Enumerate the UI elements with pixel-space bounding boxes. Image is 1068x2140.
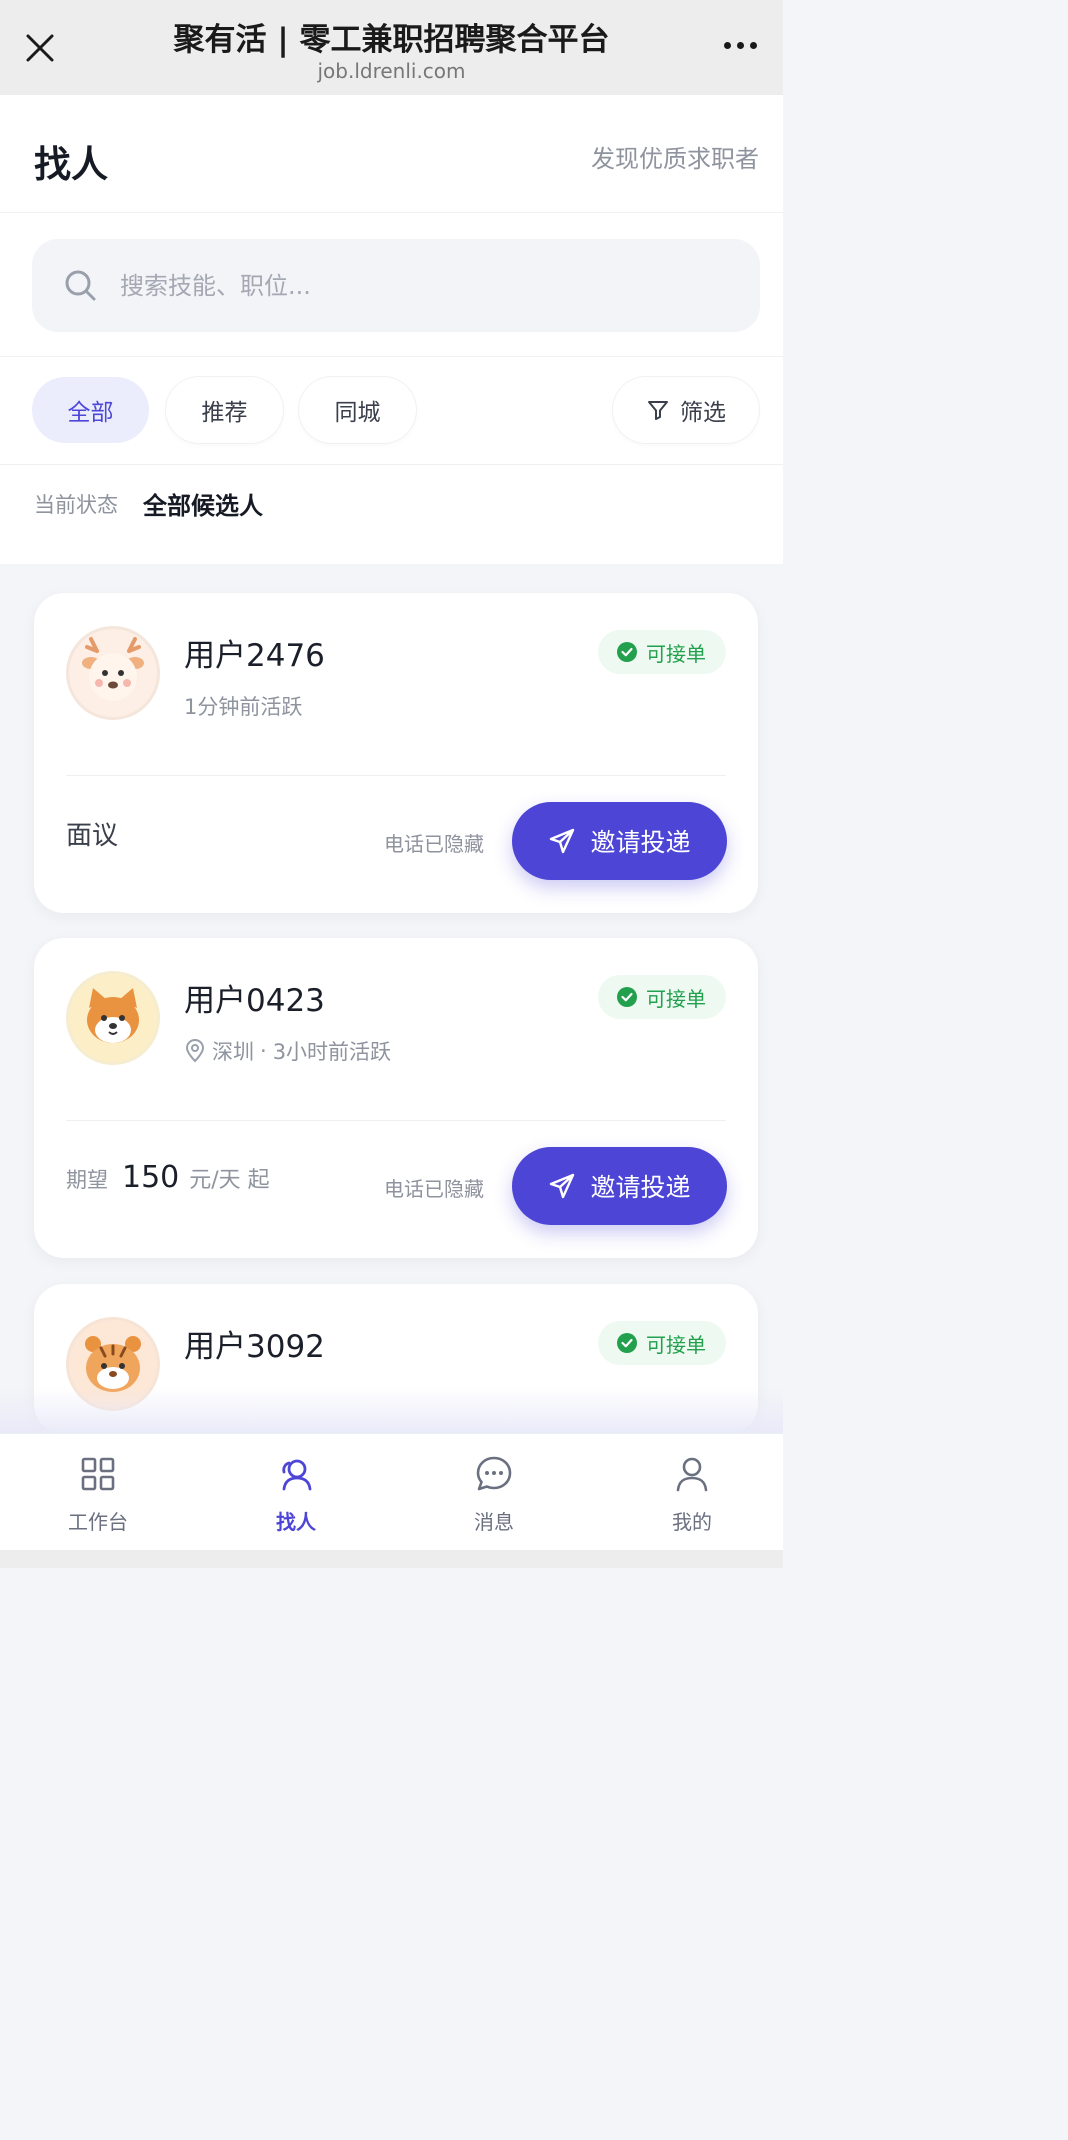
check-circle-icon [617, 1333, 637, 1353]
user-activity: 1分钟前活跃 [184, 691, 302, 721]
search-bar[interactable] [32, 239, 760, 332]
send-icon [550, 1173, 575, 1199]
filter-button[interactable]: 筛选 [613, 377, 759, 443]
activity-text: 3小时前活跃 [272, 1040, 392, 1064]
user-icon [676, 1457, 708, 1492]
page-subtitle: 发现优质求职者 [591, 145, 759, 173]
tab-find-people[interactable]: 找人 [198, 1434, 394, 1554]
people-icon [282, 1459, 312, 1491]
search-input[interactable] [120, 239, 720, 332]
activity-text: 1分钟前活跃 [184, 695, 303, 719]
tab-label: 我的 [672, 1510, 712, 1534]
status-label: 当前状态 [34, 493, 118, 517]
salary: 期望 150 元/天 起 [66, 1160, 270, 1195]
tab-messages[interactable]: 消息 [396, 1434, 592, 1554]
browser-header: 聚有活 | 零工兼职招聘聚合平台 job.ldrenli.com [0, 0, 783, 95]
chip-same-city[interactable]: 同城 [299, 377, 416, 443]
tab-profile[interactable]: 我的 [594, 1434, 790, 1554]
browser-url: job.ldrenli.com [317, 59, 466, 83]
phone-hidden-label: 电话已隐藏 [384, 1177, 484, 1201]
divider [66, 1120, 726, 1121]
salary-amount: 150 [122, 1160, 180, 1195]
tab-workbench[interactable]: 工作台 [0, 1434, 196, 1554]
divider [0, 212, 783, 213]
chip-all[interactable]: 全部 [32, 377, 149, 443]
tab-label: 找人 [276, 1510, 316, 1534]
shiba-avatar [66, 971, 160, 1065]
check-circle-icon [617, 987, 637, 1007]
tab-label: 工作台 [68, 1510, 128, 1534]
salary: 面议 [66, 815, 118, 852]
badge-label: 可接单 [646, 641, 706, 666]
home-indicator-area [0, 1550, 783, 1568]
candidate-card[interactable]: 用户2476 1分钟前活跃 可接单 面议 电话已隐藏 邀请投递 [34, 593, 758, 913]
candidate-card[interactable]: 用户0423 深圳 · 3小时前活跃 可接单 期望 150 元/天 起 电话已隐… [34, 938, 758, 1258]
filter-icon [648, 401, 668, 420]
status-value: 全部候选人 [143, 492, 263, 520]
search-icon [65, 270, 96, 301]
status-badge: 可接单 [598, 1321, 726, 1365]
scroll-fade [0, 1388, 783, 1434]
location-text: 深圳 [212, 1040, 254, 1064]
more-icon[interactable] [724, 42, 757, 49]
salary-unit: 元/天 起 [189, 1168, 270, 1193]
bottom-tab-bar: 工作台 找人 消息 我的 [0, 1433, 783, 1568]
check-circle-icon [617, 642, 637, 662]
user-name: 用户0423 [184, 983, 325, 1019]
badge-label: 可接单 [646, 986, 706, 1011]
page-header-area: 找人 发现优质求职者 全部 推荐 同城 筛选 当前状态 全部候选人 [0, 95, 783, 564]
status-badge: 可接单 [598, 630, 726, 674]
close-icon[interactable] [22, 30, 58, 66]
user-name: 用户2476 [184, 638, 325, 674]
chip-recommend[interactable]: 推荐 [166, 377, 283, 443]
user-activity: 深圳 · 3小时前活跃 [184, 1036, 391, 1066]
divider [0, 356, 783, 357]
deer-avatar [66, 626, 160, 720]
invite-label: 邀请投递 [590, 1173, 691, 1202]
user-name: 用户3092 [184, 1329, 325, 1365]
divider [0, 464, 783, 465]
filter-label: 筛选 [680, 400, 726, 426]
badge-label: 可接单 [646, 1332, 706, 1357]
invite-button[interactable]: 邀请投递 [512, 802, 727, 880]
tab-label: 消息 [474, 1510, 514, 1534]
phone-hidden-label: 电话已隐藏 [384, 832, 484, 856]
location-pin-icon [185, 1039, 205, 1063]
status-badge: 可接单 [598, 975, 726, 1019]
chat-bubble-icon [476, 1456, 512, 1491]
browser-title: 聚有活 | 零工兼职招聘聚合平台 [173, 22, 610, 58]
grid-icon [81, 1457, 115, 1491]
salary-label: 期望 [66, 1168, 108, 1192]
divider [66, 775, 726, 776]
send-icon [550, 828, 575, 854]
invite-label: 邀请投递 [590, 828, 691, 857]
invite-button[interactable]: 邀请投递 [512, 1147, 727, 1225]
page-title: 找人 [34, 143, 108, 186]
salary-text: 面议 [66, 821, 119, 851]
separator-dot: · [260, 1039, 267, 1063]
